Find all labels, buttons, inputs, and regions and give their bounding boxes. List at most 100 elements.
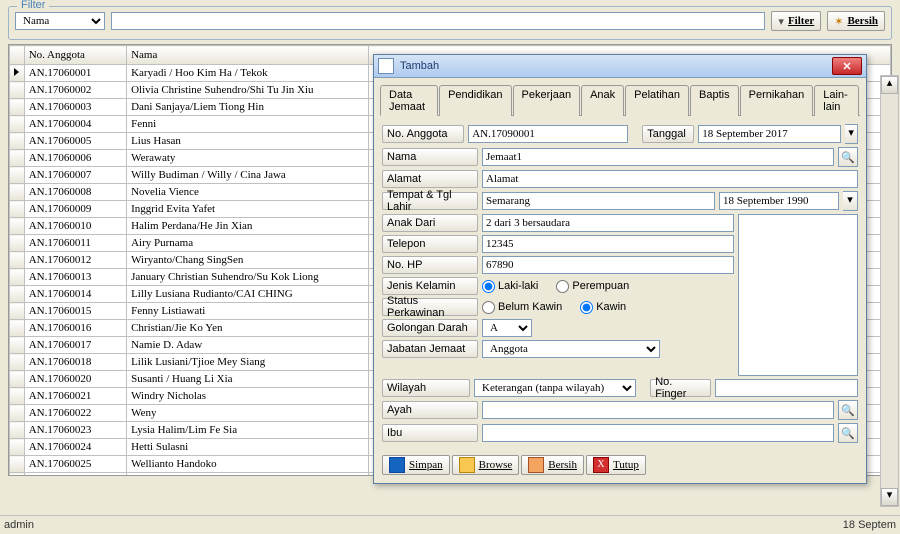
cell-nama: Susanti / Huang Li Xia [127,371,369,388]
cell-nama: Olivia Christine Suhendro/Shi Tu Jin Xiu [127,82,369,99]
tempat-lahir-input[interactable] [482,192,715,210]
cell-no: AN.17060017 [24,337,126,354]
sk-belum-radio[interactable]: Belum Kawin [482,301,562,314]
tab-pernikahan[interactable]: Pernikahan [740,85,814,116]
clear-button[interactable]: ✶ Bersih [827,11,885,31]
label-anak-dari: Anak Dari [382,214,478,232]
cell-no: AN.17060007 [24,167,126,184]
anak-dari-input[interactable] [482,214,734,232]
browse-button[interactable]: Browse [452,455,520,475]
tanggal-input[interactable] [698,125,841,143]
cell-nama: Wellianto Handoko [127,456,369,473]
cell-nama: Christian/Jie Ko Yen [127,320,369,337]
cell-no: AN.17060018 [24,354,126,371]
close-x-icon: X [593,457,609,473]
vertical-scrollbar[interactable]: ▴ ▾ [880,75,899,507]
tab-data-jemaat[interactable]: Data Jemaat [380,85,438,116]
cell-no: AN.17060004 [24,116,126,133]
scroll-up-icon[interactable]: ▴ [881,76,898,94]
cell-no: AN.17060016 [24,320,126,337]
cell-nama: Inggrid Evita Yafet [127,201,369,218]
cell-no: AN.17060013 [24,269,126,286]
gol-darah-select[interactable]: A [482,319,532,337]
cell-no: AN.17060022 [24,405,126,422]
tgl-lahir-input[interactable] [719,192,839,210]
cell-no: AN.17060003 [24,99,126,116]
nama-input[interactable] [482,148,834,166]
label-nama: Nama [382,148,478,166]
label-ttl: Tempat & Tgl Lahir [382,192,478,210]
no-anggota-input[interactable] [468,125,628,143]
cell-no: AN.17060020 [24,371,126,388]
tab-lain-lain[interactable]: Lain-lain [814,85,859,116]
cell-nama: Namie D. Adaw [127,337,369,354]
cell-nama: Lilik Lusiani/Tjioe Mey Siang [127,354,369,371]
cell-no: AN.17060006 [24,150,126,167]
cell-nama: January Christian Suhendro/Su Kok Liong [127,269,369,286]
nama-search-icon[interactable]: 🔍 [838,147,858,167]
cell-no: AN.17060021 [24,388,126,405]
cell-no: AN.17060011 [24,235,126,252]
col-nama[interactable]: Nama [127,46,369,65]
cell-nama: Hetti Sulasni [127,439,369,456]
label-no-finger: No. Finger [650,379,711,397]
dialog-tabs: Data JemaatPendidikanPekerjaanAnakPelati… [380,84,860,116]
close-icon[interactable]: ✕ [832,57,862,75]
cell-nama: Airy Purnama [127,235,369,252]
sk-kawin-radio[interactable]: Kawin [580,301,626,314]
jabatan-select[interactable]: Anggota [482,340,660,358]
tab-pelatihan[interactable]: Pelatihan [625,85,689,116]
tanggal-dropdown-icon[interactable]: ▾ [845,124,858,144]
filter-value-input[interactable] [111,12,765,30]
scroll-down-icon[interactable]: ▾ [881,488,898,506]
filter-group: Filter Nama ▾ Filter ✶ Bersih [8,6,892,40]
simpan-button[interactable]: Simpan [382,455,450,475]
tab-anak[interactable]: Anak [581,85,624,116]
label-no-hp: No. HP [382,256,478,274]
ayah-input[interactable] [482,401,834,419]
photo-box[interactable] [738,214,858,376]
filter-field-select[interactable]: Nama [15,12,105,30]
status-bar: admin 18 Septem [0,515,900,534]
folder-icon [459,457,475,473]
cell-no: AN.17060028 [24,473,126,477]
label-wilayah: Wilayah [382,379,470,397]
telepon-input[interactable] [482,235,734,253]
label-ayah: Ayah [382,401,478,419]
broom-icon [528,457,544,473]
col-no-anggota[interactable]: No. Anggota [24,46,126,65]
jk-laki-radio[interactable]: Laki-laki [482,280,538,293]
jk-perempuan-radio[interactable]: Perempuan [556,280,629,293]
label-ibu: Ibu [382,424,478,442]
cell-no: AN.17060012 [24,252,126,269]
ayah-search-icon[interactable]: 🔍 [838,400,858,420]
label-tanggal: Tanggal [642,125,694,143]
tutup-button[interactable]: XTutup [586,455,646,475]
ibu-input[interactable] [482,424,834,442]
label-no-anggota: No. Anggota [382,125,464,143]
no-finger-input[interactable] [715,379,858,397]
label-status-kawin: Status Perkawinan [382,298,478,316]
tab-baptis[interactable]: Baptis [690,85,739,116]
cell-no: AN.17060014 [24,286,126,303]
cell-no: AN.17060009 [24,201,126,218]
row-header-col [10,46,25,65]
dialog-titlebar[interactable]: Tambah ✕ [374,55,866,78]
bersih-button[interactable]: Bersih [521,455,584,475]
alamat-input[interactable] [482,170,858,188]
filter-button[interactable]: ▾ Filter [771,11,821,31]
label-alamat: Alamat [382,170,478,188]
cell-no: AN.17060005 [24,133,126,150]
cell-nama: Werawaty [127,150,369,167]
wilayah-select[interactable]: Keterangan (tanpa wilayah) [474,379,636,397]
dialog-title: Tambah [400,60,826,72]
tab-pendidikan[interactable]: Pendidikan [439,85,511,116]
ibu-search-icon[interactable]: 🔍 [838,423,858,443]
no-hp-input[interactable] [482,256,734,274]
tab-pekerjaan[interactable]: Pekerjaan [513,85,581,116]
label-jabatan: Jabatan Jemaat [382,340,478,358]
tgl-lahir-dropdown-icon[interactable]: ▾ [843,191,858,211]
status-user: admin [4,519,34,531]
cell-nama: Fenny Listiawati [127,303,369,320]
filter-legend: Filter [17,0,49,11]
